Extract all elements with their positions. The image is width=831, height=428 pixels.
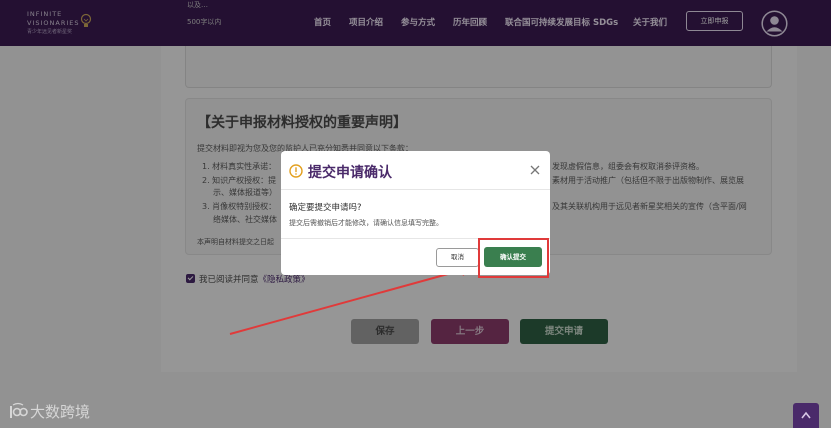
watermark-text: 大数跨境 (30, 403, 91, 421)
close-icon[interactable] (529, 164, 541, 176)
watermark-logo-icon (10, 402, 28, 418)
dialog-title: 提交申请确认 (308, 165, 392, 181)
highlight-annotation (478, 238, 549, 278)
watermark: 大数跨境 (8, 401, 90, 422)
back-to-top-button[interactable] (793, 403, 819, 428)
dialog-header-divider (281, 189, 550, 190)
dialog-question: 确定要提交申请吗? (289, 203, 362, 213)
chevron-up-icon (801, 411, 811, 419)
dialog-note: 提交后需撤销后才能修改，请确认信息填写完整。 (289, 219, 443, 227)
cancel-button[interactable]: 取消 (436, 248, 479, 267)
warning-icon (289, 164, 303, 178)
